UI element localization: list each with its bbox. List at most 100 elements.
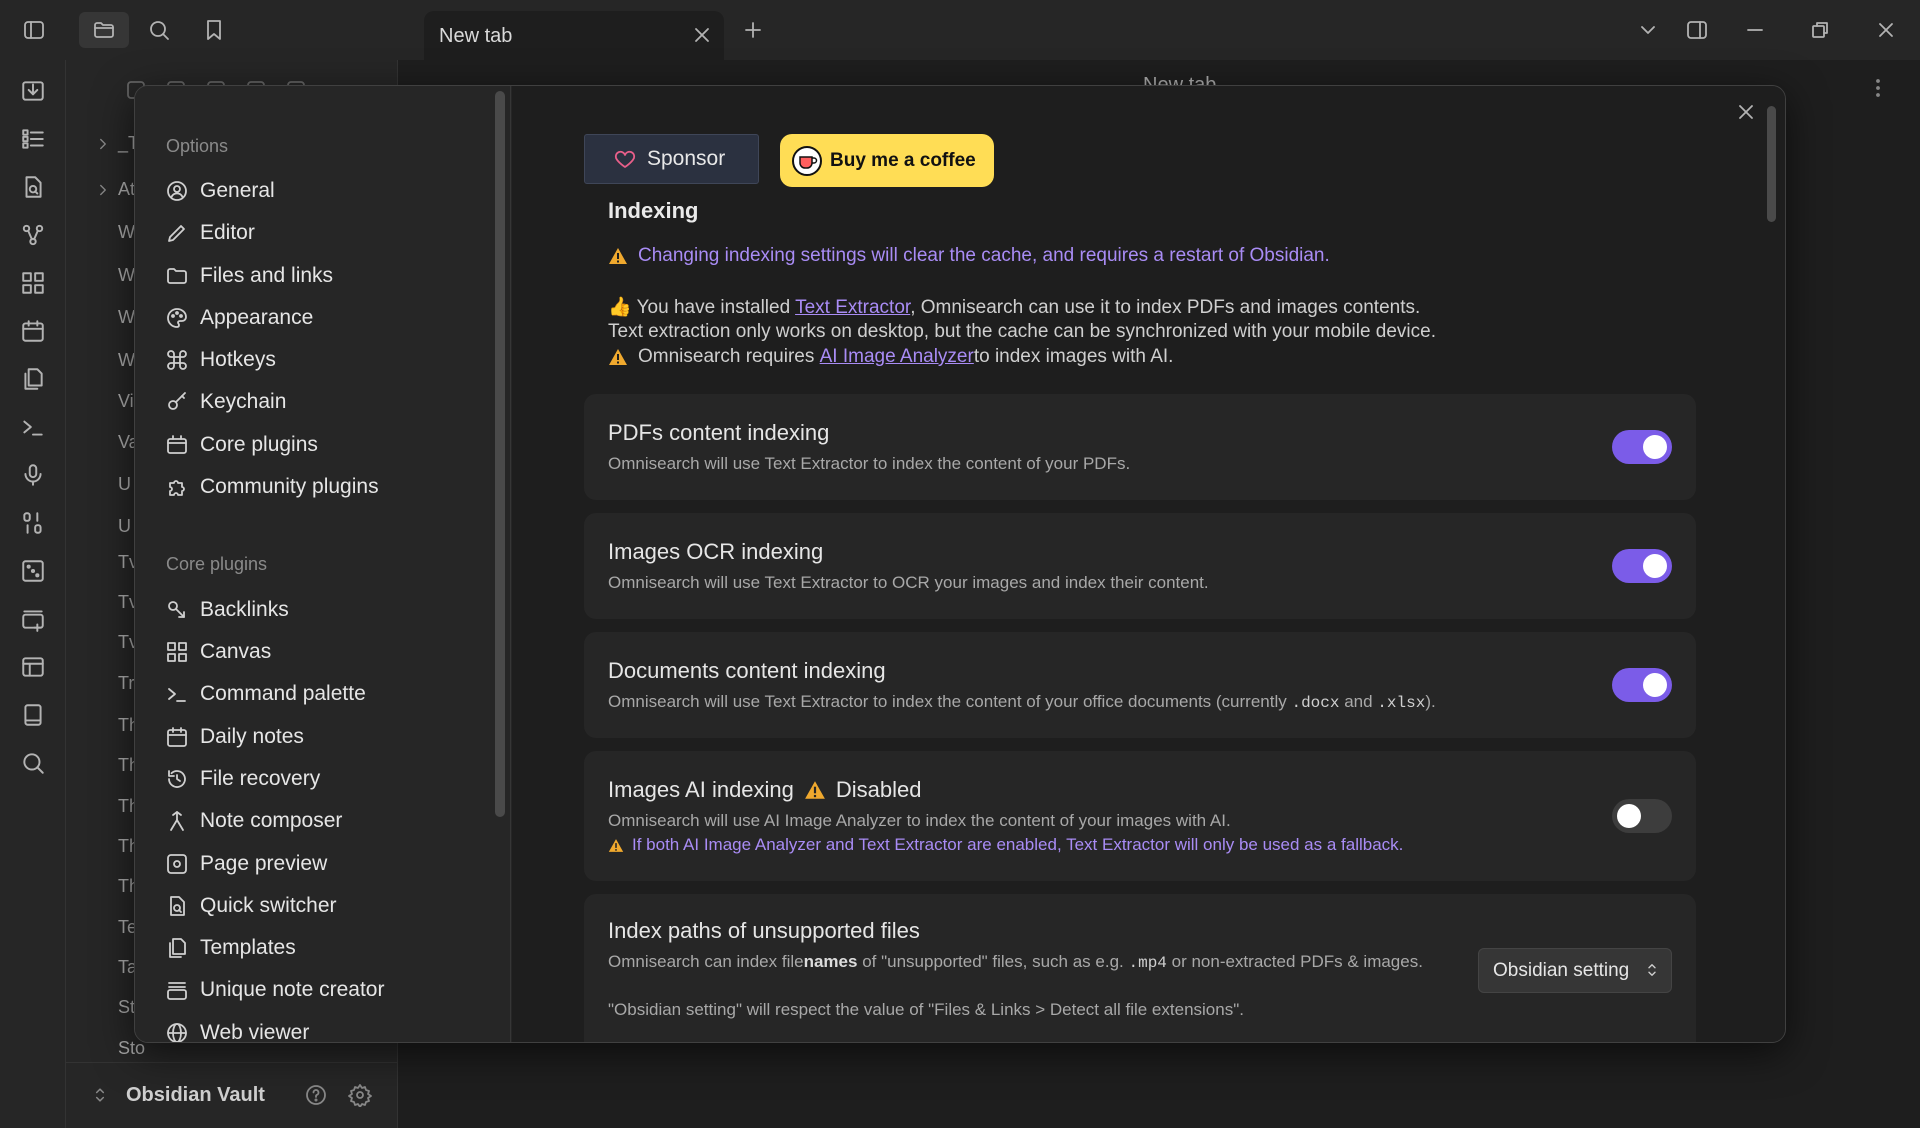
text-extractor-link[interactable]: Text Extractor <box>795 297 910 318</box>
nav-item-general[interactable]: General <box>165 174 485 208</box>
unsupported-files-dropdown[interactable]: Obsidian setting <box>1478 948 1672 993</box>
nav-item-note-composer[interactable]: Note composer <box>165 804 485 838</box>
nav-item-label: Files and links <box>200 264 334 287</box>
nav-item-unique-note-creator[interactable]: Unique note creator <box>165 973 485 1007</box>
ai-indexing-toggle[interactable] <box>1612 799 1672 833</box>
files-icon[interactable] <box>20 366 46 392</box>
graph-icon[interactable] <box>20 222 46 248</box>
ai-image-analyzer-link[interactable]: AI Image Analyzer <box>820 346 974 368</box>
plus-icon <box>745 22 761 38</box>
help-icon[interactable] <box>304 1083 328 1107</box>
chevron-up-down-icon <box>1648 964 1656 976</box>
globe-icon <box>167 1023 187 1042</box>
nav-item-editor[interactable]: Editor <box>165 216 485 250</box>
file-search-icon[interactable] <box>20 174 46 200</box>
file-tree-item[interactable]: W <box>118 265 135 286</box>
sponsor-button[interactable]: Sponsor <box>584 134 759 184</box>
file-tree-item[interactable]: St <box>118 997 135 1018</box>
nav-item-hotkeys[interactable]: Hotkeys <box>165 343 485 377</box>
nav-scrollbar[interactable] <box>495 91 505 817</box>
nav-item-canvas[interactable]: Canvas <box>165 635 485 669</box>
setting-description: Omnisearch will use Text Extractor to in… <box>608 692 1436 712</box>
disabled-badge: Disabled <box>835 777 922 802</box>
setting-documents-indexing: Documents content indexing Omnisearch wi… <box>584 632 1696 738</box>
setting-title: Documents content indexing <box>608 658 886 683</box>
tab-list-button[interactable] <box>1630 12 1666 48</box>
setting-title: Images OCR indexing <box>608 539 824 564</box>
nav-item-label: Editor <box>200 221 255 244</box>
file-tree-item[interactable]: W <box>118 307 135 328</box>
close-icon[interactable] <box>1734 100 1758 124</box>
file-tree-item[interactable]: At <box>118 179 135 200</box>
import-icon[interactable] <box>20 78 46 104</box>
minimize-button[interactable] <box>1737 12 1773 48</box>
list-icon[interactable] <box>20 126 46 152</box>
vault-switcher[interactable]: Obsidian Vault <box>66 1062 398 1128</box>
files-icon <box>169 938 186 958</box>
pdf-indexing-toggle[interactable] <box>1612 430 1672 464</box>
warning-icon <box>608 838 624 852</box>
binary-icon[interactable] <box>20 510 46 536</box>
user-circle-icon <box>167 181 187 201</box>
microphone-icon[interactable] <box>20 462 46 488</box>
file-tree-item[interactable]: Tr <box>118 673 134 694</box>
layout-icon[interactable] <box>20 654 46 680</box>
nav-item-daily-notes[interactable]: Daily notes <box>165 720 485 754</box>
file-tree-item[interactable]: U <box>118 516 131 537</box>
add-note-icon[interactable] <box>20 606 46 632</box>
tab-new[interactable]: New tab <box>424 11 724 60</box>
search-view-button[interactable] <box>141 12 177 48</box>
gear-icon[interactable] <box>348 1083 372 1107</box>
bookmarks-view-button[interactable] <box>196 12 232 48</box>
toggle-sidebar-button[interactable] <box>16 12 52 48</box>
ocr-indexing-toggle[interactable] <box>1612 549 1672 583</box>
setting-description: Omnisearch will use Text Extractor to in… <box>608 454 1131 473</box>
nav-item-page-preview[interactable]: Page preview <box>165 847 485 881</box>
calendar-icon[interactable] <box>20 318 46 344</box>
settings-content: Sponsor Buy me a coffee Indexing Changin… <box>512 86 1785 1042</box>
nav-item-files-and-links[interactable]: Files and links <box>165 259 485 293</box>
search-icon[interactable] <box>20 750 46 776</box>
nav-item-keychain[interactable]: Keychain <box>165 385 485 419</box>
thumbs-up-icon: 👍 <box>608 297 632 318</box>
toggle-right-sidebar-button[interactable] <box>1679 12 1715 48</box>
nav-item-appearance[interactable]: Appearance <box>165 301 485 335</box>
restore-button[interactable] <box>1802 12 1838 48</box>
nav-item-file-recovery[interactable]: File recovery <box>165 762 485 796</box>
nav-item-templates[interactable]: Templates <box>165 931 485 965</box>
nav-item-label: General <box>200 179 275 202</box>
canvas-icon[interactable] <box>20 270 46 296</box>
more-options-icon[interactable] <box>1866 76 1890 100</box>
nav-item-backlinks[interactable]: Backlinks <box>165 593 485 627</box>
nav-item-core-plugins[interactable]: Core plugins <box>165 428 485 462</box>
nav-item-command-palette[interactable]: Command palette <box>165 677 485 711</box>
warning-icon <box>609 349 627 365</box>
file-tree-item[interactable]: W <box>118 350 135 371</box>
puzzle-icon <box>169 480 185 496</box>
content-scrollbar[interactable] <box>1767 106 1776 222</box>
files-view-button[interactable] <box>79 12 129 48</box>
key-icon <box>168 392 186 410</box>
chevron-right-icon[interactable] <box>94 135 112 153</box>
book-icon[interactable] <box>20 702 46 728</box>
nav-item-quick-switcher[interactable]: Quick switcher <box>165 889 485 923</box>
merge-icon <box>170 811 184 831</box>
file-tree-item[interactable]: U <box>118 474 131 495</box>
nav-item-community-plugins[interactable]: Community plugins <box>165 470 485 504</box>
dice-icon[interactable] <box>20 558 46 584</box>
buy-me-a-coffee-button[interactable]: Buy me a coffee <box>780 134 994 187</box>
file-tree-item[interactable]: W <box>118 222 135 243</box>
documents-indexing-toggle[interactable] <box>1612 668 1672 702</box>
nav-item-label: Hotkeys <box>200 348 276 371</box>
new-tab-button[interactable] <box>735 12 771 48</box>
sidebar-right-icon <box>1687 21 1707 39</box>
tab-label: New tab <box>439 25 513 47</box>
restore-icon <box>1812 22 1828 38</box>
close-window-button[interactable] <box>1868 12 1904 48</box>
terminal-icon[interactable] <box>20 414 46 440</box>
close-tab-icon[interactable] <box>690 23 714 47</box>
chevron-right-icon[interactable] <box>94 181 112 199</box>
nav-item-web-viewer[interactable]: Web viewer <box>165 1016 485 1042</box>
setting-title: Index paths of unsupported files <box>608 918 920 943</box>
file-tree-item[interactable]: Vi <box>118 391 134 412</box>
